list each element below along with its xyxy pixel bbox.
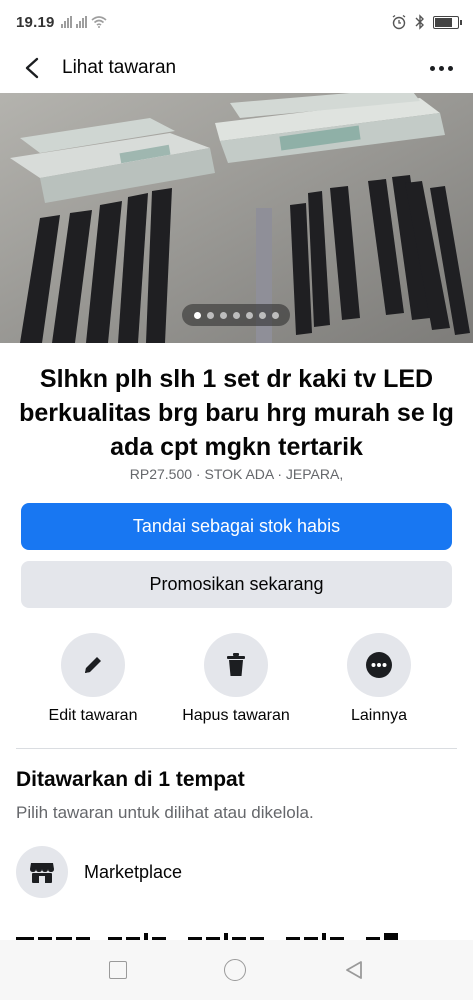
listing-actions: Edit tawaran Hapus tawaran Lainnya [0,633,473,733]
pencil-icon [85,657,101,673]
cut-off-section-heading [16,927,436,941]
delete-listing-label: Hapus tawaran [182,707,290,724]
more-actions-button[interactable] [347,633,411,697]
listing-meta: RP27.500 · STOK ADA · JEPARA, [129,466,344,482]
marketplace-item[interactable]: Marketplace [16,846,182,898]
back-triangle-icon[interactable] [343,959,365,981]
status-bar: 19.19 [0,0,473,44]
status-right [391,14,462,30]
carousel-dot [206,311,214,319]
carousel-dot [219,311,227,319]
carousel-dot [232,311,240,319]
mark-sold-out-button[interactable]: Tandai sebagai stok habis [21,503,452,550]
status-left: 19.19 [16,14,107,31]
wifi-icon [91,16,107,28]
recent-apps-button[interactable] [108,961,127,979]
system-navigation-bar [0,940,473,1000]
edit-listing-action[interactable]: Edit tawaran [13,633,173,725]
carousel-dot [193,311,201,319]
signal-icons [60,16,107,28]
alarm-icon [392,14,406,30]
offered-section-title: Ditawarkan di 1 tempat [16,768,245,791]
more-dot [430,65,435,71]
offered-section-subtitle: Pilih tawaran untuk dilihat atau dikelol… [16,803,314,822]
more-action[interactable]: Lainnya [299,633,459,725]
more-dot [439,65,444,71]
carousel-indicator [182,304,290,326]
top-app-bar: Lihat tawaran [0,44,473,92]
more-options-button[interactable] [426,52,457,84]
listing-photo[interactable] [0,93,473,343]
delete-listing-action[interactable]: Hapus tawaran [156,633,316,725]
section-divider [16,748,457,749]
marketplace-label: Marketplace [84,861,183,882]
more-dots-icon [366,652,392,678]
delete-listing-button[interactable] [204,633,268,697]
carousel-dot [258,311,266,319]
carousel-dot [271,311,279,319]
edit-listing-label: Edit tawaran [48,707,138,724]
more-dot [448,65,453,71]
marketplace-store-icon [16,846,68,898]
battery-icon [433,15,462,29]
listing-title: Slhkn plh slh 1 set dr kaki tv LED berku… [19,365,454,461]
signal-icon [75,16,87,28]
bluetooth-icon [415,14,424,30]
signal-icon [60,16,72,28]
home-button[interactable] [223,959,246,981]
more-actions-label: Lainnya [350,707,408,724]
back-arrow-icon [25,57,39,79]
status-time: 19.19 [16,13,55,31]
back-button[interactable] [16,52,48,84]
carousel-dot [245,311,253,319]
trash-icon [227,653,245,676]
edit-listing-button[interactable] [61,633,125,697]
promote-now-button[interactable]: Promosikan sekarang [21,561,452,608]
page-title: Lihat tawaran [62,57,177,78]
